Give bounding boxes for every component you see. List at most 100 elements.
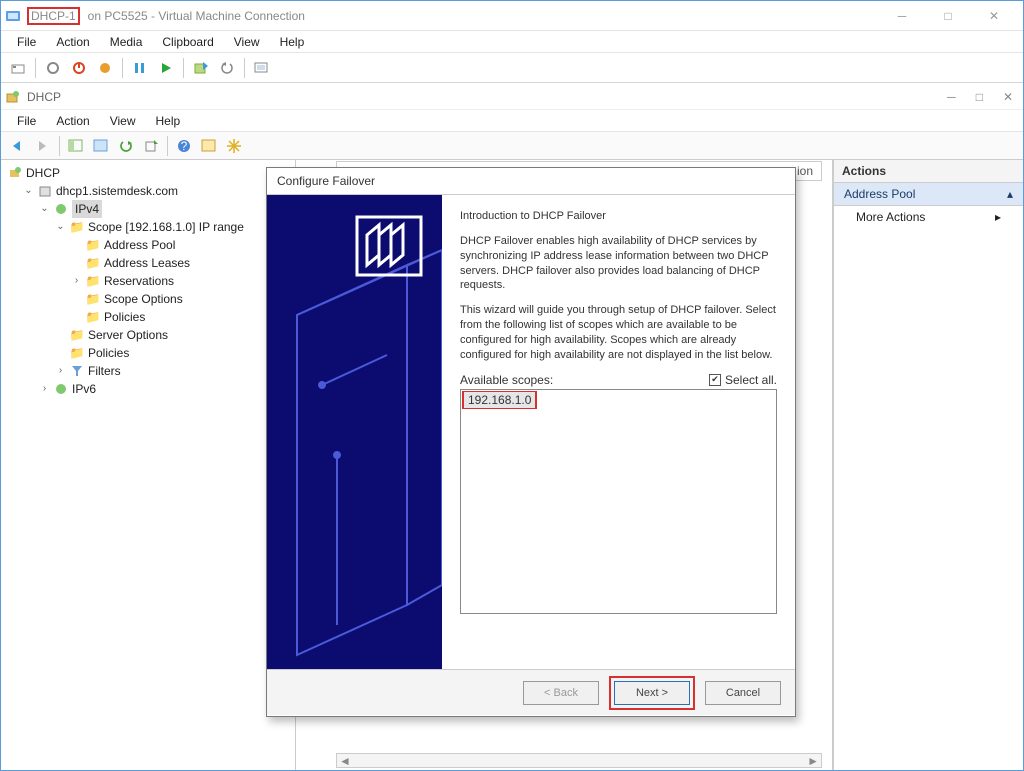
actions-subject[interactable]: Address Pool ▴ bbox=[834, 183, 1023, 206]
tree-reservations[interactable]: ›📁Reservations bbox=[71, 272, 291, 290]
wizard-content: Introduction to DHCP Failover DHCP Failo… bbox=[442, 195, 795, 669]
scroll-left-icon[interactable]: ◄ bbox=[339, 754, 351, 768]
dhcp-app-icon bbox=[5, 89, 21, 105]
inner-minimize-button[interactable]: ─ bbox=[947, 90, 956, 104]
tree-ipv4-label: IPv4 bbox=[72, 200, 102, 218]
vm-title-rest: on PC5525 - Virtual Machine Connection bbox=[88, 9, 305, 23]
checkmark-icon: ✔ bbox=[709, 374, 721, 386]
minimize-button[interactable]: ─ bbox=[879, 2, 925, 30]
tree-item-label: Scope Options bbox=[104, 290, 183, 308]
inner-window-controls: ─ □ ✕ bbox=[947, 90, 1013, 104]
save-state-icon[interactable] bbox=[94, 57, 116, 79]
tree-server[interactable]: ⌄dhcp1.sistemdesk.com bbox=[23, 182, 291, 200]
close-button[interactable]: ✕ bbox=[971, 2, 1017, 30]
tree-root[interactable]: DHCP bbox=[7, 164, 291, 182]
mmc-body: DHCP ⌄dhcp1.sistemdesk.com ⌄IPv4 ⌄📁Scope… bbox=[1, 160, 1023, 770]
dhcp-root-icon bbox=[7, 165, 23, 181]
tree-ipv6[interactable]: ›IPv6 bbox=[39, 380, 291, 398]
enhanced-session-icon[interactable] bbox=[251, 57, 273, 79]
tree-policies[interactable]: 📁Policies bbox=[55, 344, 291, 362]
tree-server-label: dhcp1.sistemdesk.com bbox=[56, 182, 178, 200]
tree-scope-options[interactable]: 📁Scope Options bbox=[71, 290, 291, 308]
filter-icon bbox=[69, 363, 85, 379]
vm-window: DHCP-1 on PC5525 - Virtual Machine Conne… bbox=[0, 0, 1024, 771]
inner-menu-file[interactable]: File bbox=[7, 112, 46, 130]
actions-title: Actions bbox=[834, 160, 1023, 183]
forward-icon[interactable] bbox=[32, 135, 54, 157]
scope-item[interactable]: 192.168.1.0 bbox=[464, 392, 535, 408]
tree-scope-policies[interactable]: 📁Policies bbox=[71, 308, 291, 326]
center-panel: ion Configure Failover bbox=[296, 160, 833, 770]
select-all-checkbox[interactable]: ✔ Select all. bbox=[709, 373, 777, 387]
horizontal-scrollbar[interactable]: ◄► bbox=[336, 753, 822, 768]
folder-icon: 📁 bbox=[85, 237, 101, 253]
more-actions[interactable]: More Actions ▸ bbox=[834, 206, 1023, 228]
vm-menu-action[interactable]: Action bbox=[46, 33, 99, 51]
inner-menu-view[interactable]: View bbox=[100, 112, 146, 130]
new-scope-icon[interactable] bbox=[223, 135, 245, 157]
revert-icon[interactable] bbox=[216, 57, 238, 79]
select-all-label: Select all. bbox=[725, 373, 777, 387]
tree-item-label: Reservations bbox=[104, 272, 174, 290]
refresh-icon[interactable] bbox=[115, 135, 137, 157]
vm-menu-file[interactable]: File bbox=[7, 33, 46, 51]
tree-address-leases[interactable]: 📁Address Leases bbox=[71, 254, 291, 272]
inner-title: DHCP bbox=[27, 90, 61, 104]
dhcp-window: DHCP ─ □ ✕ File Action View Help ? bbox=[1, 84, 1023, 770]
inner-titlebar: DHCP ─ □ ✕ bbox=[1, 84, 1023, 110]
tree-item-label: Filters bbox=[88, 362, 121, 380]
vm-menu-help[interactable]: Help bbox=[270, 33, 315, 51]
vm-titlebar: DHCP-1 on PC5525 - Virtual Machine Conne… bbox=[1, 1, 1023, 31]
maximize-button[interactable]: □ bbox=[925, 2, 971, 30]
inner-maximize-button[interactable]: □ bbox=[976, 90, 983, 104]
pause-icon[interactable] bbox=[129, 57, 151, 79]
scroll-right-icon[interactable]: ► bbox=[807, 754, 819, 768]
ctrl-alt-del-icon[interactable] bbox=[7, 57, 29, 79]
dialog-title: Configure Failover bbox=[267, 168, 795, 194]
available-scopes-label: Available scopes: bbox=[460, 373, 553, 387]
wizard-heading: Introduction to DHCP Failover bbox=[460, 209, 777, 224]
scope-list[interactable]: 192.168.1.0 bbox=[460, 389, 777, 614]
folder-icon: 📁 bbox=[85, 291, 101, 307]
options-icon[interactable] bbox=[198, 135, 220, 157]
inner-close-button[interactable]: ✕ bbox=[1003, 90, 1013, 104]
export-icon[interactable] bbox=[140, 135, 162, 157]
inner-menu-action[interactable]: Action bbox=[46, 112, 99, 130]
ipv4-icon bbox=[53, 201, 69, 217]
actions-panel: Actions Address Pool ▴ More Actions ▸ bbox=[833, 160, 1023, 770]
vm-title: DHCP-1 on PC5525 - Virtual Machine Conne… bbox=[5, 7, 305, 25]
vm-menubar: File Action Media Clipboard View Help bbox=[1, 31, 1023, 53]
properties-icon[interactable] bbox=[90, 135, 112, 157]
vm-menu-view[interactable]: View bbox=[224, 33, 270, 51]
tree-address-pool[interactable]: 📁Address Pool bbox=[71, 236, 291, 254]
play-icon[interactable] bbox=[155, 57, 177, 79]
shutdown-icon[interactable] bbox=[68, 57, 90, 79]
vm-title-short: DHCP-1 bbox=[27, 7, 80, 25]
folder-icon: 📁 bbox=[69, 219, 85, 235]
tree-root-label: DHCP bbox=[26, 164, 60, 182]
tree-item-label: Policies bbox=[104, 308, 145, 326]
more-actions-label: More Actions bbox=[856, 210, 925, 224]
next-button[interactable]: Next > bbox=[614, 681, 690, 705]
tree-scope[interactable]: ⌄📁Scope [192.168.1.0] IP range bbox=[55, 218, 291, 236]
tree-filters[interactable]: ›Filters bbox=[55, 362, 291, 380]
vm-menu-media[interactable]: Media bbox=[100, 33, 153, 51]
power-off-icon[interactable] bbox=[42, 57, 64, 79]
wizard-banner bbox=[267, 195, 442, 669]
svg-text:?: ? bbox=[181, 139, 188, 153]
help-icon[interactable]: ? bbox=[173, 135, 195, 157]
tree-item-label: Address Leases bbox=[104, 254, 190, 272]
show-hide-tree-icon[interactable] bbox=[65, 135, 87, 157]
back-button: < Back bbox=[523, 681, 599, 705]
tree-server-options[interactable]: 📁Server Options bbox=[55, 326, 291, 344]
ipv6-icon bbox=[53, 381, 69, 397]
inner-menu-help[interactable]: Help bbox=[146, 112, 191, 130]
vm-icon bbox=[5, 8, 21, 24]
vm-menu-clipboard[interactable]: Clipboard bbox=[152, 33, 223, 51]
tree-ipv4[interactable]: ⌄IPv4 bbox=[39, 200, 291, 218]
checkpoint-icon[interactable] bbox=[190, 57, 212, 79]
back-icon[interactable] bbox=[7, 135, 29, 157]
wizard-para1: DHCP Failover enables high availability … bbox=[460, 234, 777, 293]
cancel-button[interactable]: Cancel bbox=[705, 681, 781, 705]
tree-item-label: Address Pool bbox=[104, 236, 175, 254]
